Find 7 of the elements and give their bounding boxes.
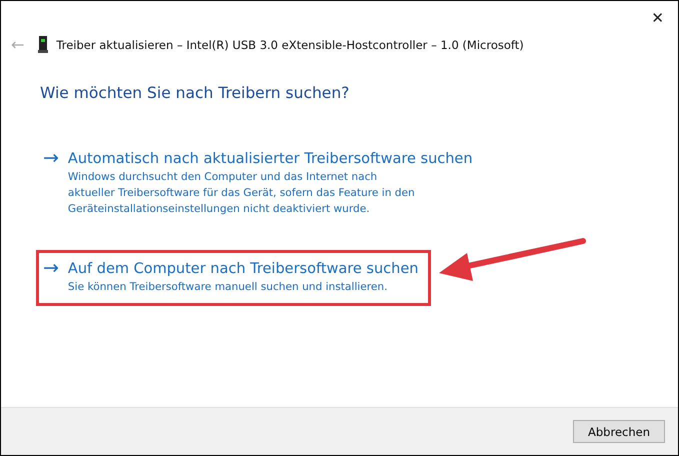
command-link[interactable]: → Automatisch nach aktualisierter Treibersoftware suchen Windows durchsucht den Computer und das Internet nach aktueller Treibersoftware für das Gerät, sofern das Feature in den Geräteinstallationseinstellungen nicht deaktiviert wurde. (43, 149, 473, 217)
close-button[interactable]: ✕ (647, 7, 668, 29)
cancel-button[interactable]: Abbrechen (573, 420, 665, 443)
page-heading: Wie möchten Sie nach Treibern suchen? (40, 84, 350, 102)
command-link[interactable]: → Auf dem Computer nach Treibersoftware suchen Sie können Treibersoftware manuell suchen und installieren. (43, 259, 418, 295)
window-title: Treiber aktualisieren – Intel(R) USB 3.0 eXtensible-Hostcontroller – 1.0 (Microsoft) (56, 38, 524, 52)
device-icon (38, 36, 48, 53)
